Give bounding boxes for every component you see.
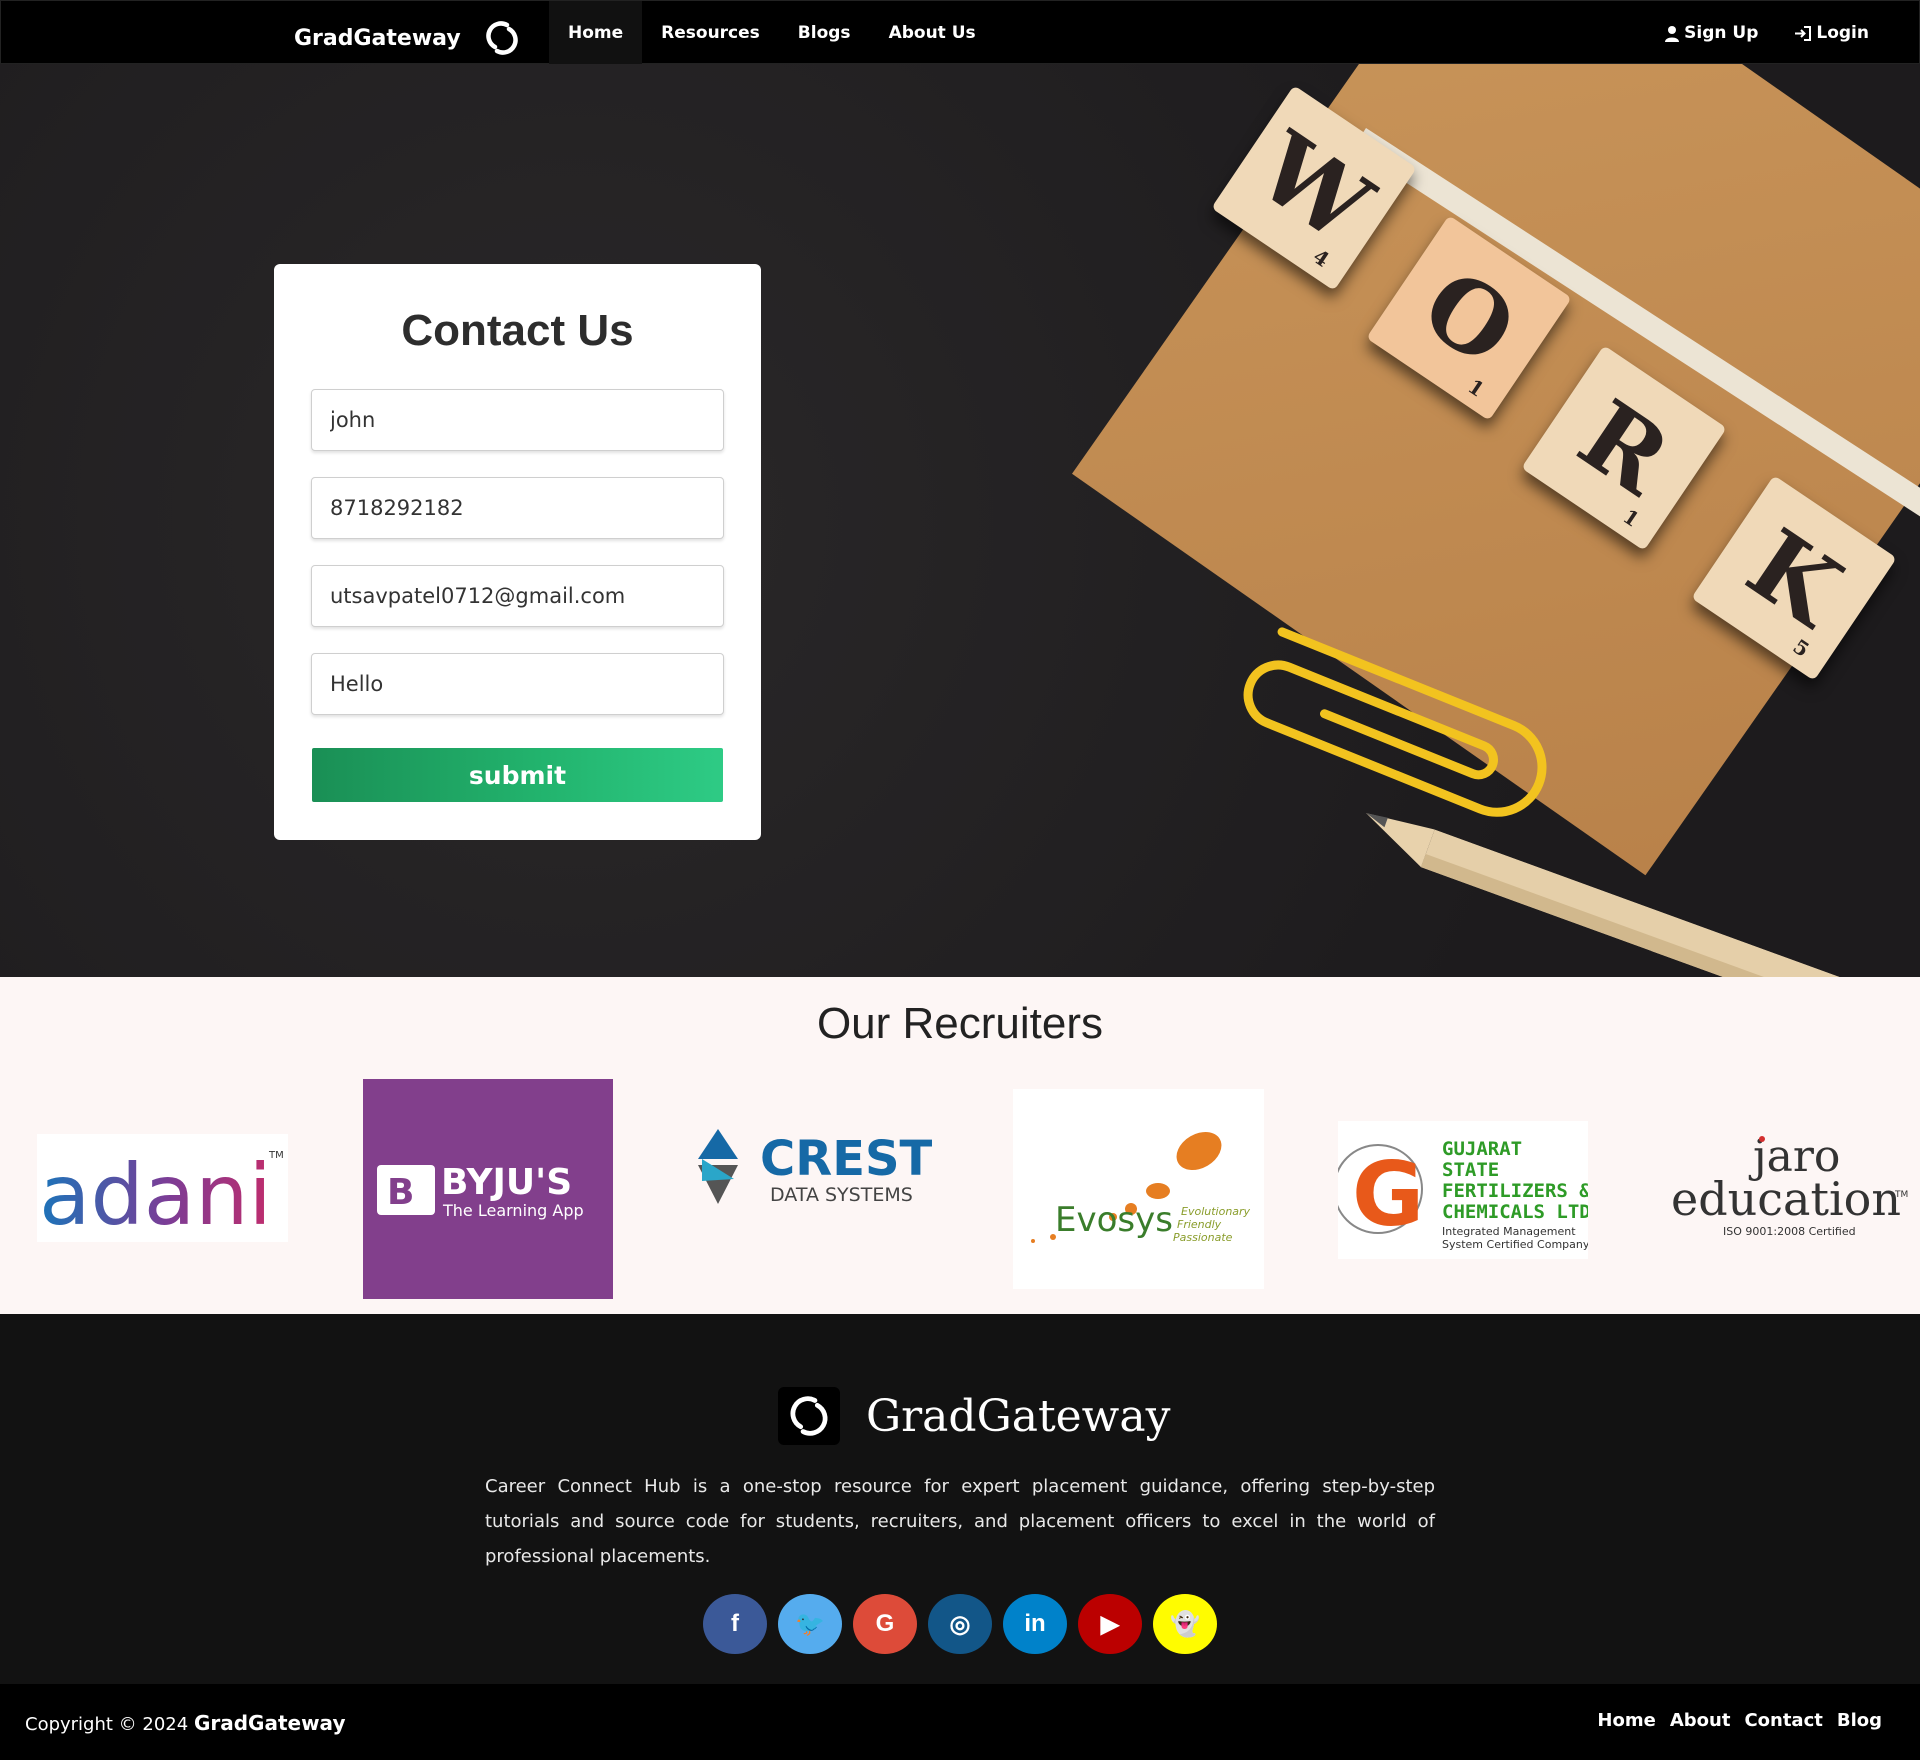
- footer-brand-name: GradGateway: [866, 1390, 1171, 1442]
- phone-field[interactable]: [311, 477, 724, 539]
- login-label: Login: [1816, 23, 1869, 43]
- login-link[interactable]: Login: [1794, 1, 1869, 65]
- evosys-logo-art: Evosys Evolutionary Friendly Passionate: [1031, 1132, 1251, 1244]
- name-field[interactable]: [311, 389, 724, 451]
- copyright-text: Copyright © 2024: [25, 1714, 189, 1735]
- gsfc-line-4: CHEMICALS LTD.: [1442, 1201, 1588, 1223]
- crest-text: CREST: [760, 1131, 933, 1187]
- google-icon[interactable]: G: [853, 1594, 917, 1654]
- twitter-icon[interactable]: 🐦: [778, 1594, 842, 1654]
- recruiters-title: Our Recruiters: [816, 999, 1104, 1048]
- evosys-text: Evosys: [1055, 1200, 1173, 1240]
- hero-section: W4 O1 R1 K5 Contact Us submit: [0, 64, 1920, 977]
- crest-sub: DATA SYSTEMS: [770, 1184, 913, 1206]
- google-glyph: G: [875, 1610, 895, 1637]
- jaro-education-logo: jaro education TM ISO 9001:2008 Certifie…: [1663, 1127, 1913, 1247]
- signup-link[interactable]: Sign Up: [1664, 1, 1758, 65]
- gsfc-line-2: STATE: [1442, 1159, 1499, 1181]
- gsfc-line-5: Integrated Management: [1442, 1225, 1576, 1238]
- gradgateway-logo-icon[interactable]: [481, 17, 523, 59]
- submit-button[interactable]: submit: [312, 748, 723, 802]
- linkedin-glyph: in: [1024, 1610, 1046, 1637]
- instagram-glyph: ◎: [949, 1610, 971, 1638]
- snapchat-icon[interactable]: 👻: [1153, 1594, 1217, 1654]
- footer-brand[interactable]: GradGateway: [778, 1387, 1170, 1445]
- crest-logo: CREST DATA SYSTEMS: [688, 1109, 938, 1249]
- byjus-logo: B BYJU'S The Learning App: [363, 1079, 613, 1299]
- message-field[interactable]: [311, 653, 724, 715]
- byjus-tagline: The Learning App: [442, 1201, 584, 1220]
- contact-title: Contact Us: [401, 306, 634, 355]
- contact-form-card: Contact Us submit: [274, 264, 761, 840]
- gsfc-logo-art: G GUJARAT STATE FERTILIZERS & CHEMICALS …: [1338, 1138, 1588, 1251]
- footer-link-blog[interactable]: Blog: [1837, 1710, 1882, 1731]
- top-navbar: GradGateway Home Resources Blogs About U…: [0, 0, 1920, 65]
- evosys-tagline-3: Passionate: [1173, 1231, 1233, 1244]
- nav-links: Home Resources Blogs About Us: [549, 1, 995, 65]
- brand-name[interactable]: GradGateway: [294, 26, 461, 51]
- jaro-line-2: education: [1671, 1172, 1901, 1226]
- evosys-tagline-1: Evolutionary: [1181, 1205, 1251, 1218]
- youtube-icon[interactable]: ▶: [1078, 1594, 1142, 1654]
- adani-text: adani: [39, 1146, 272, 1242]
- auth-links: Sign Up Login: [1664, 1, 1869, 65]
- footer: GradGateway Career Connect Hub is a one-…: [0, 1314, 1920, 1684]
- adani-logo-art: adani TM: [39, 1146, 284, 1242]
- footer-link-home[interactable]: Home: [1597, 1710, 1655, 1731]
- byjus-text: BYJU'S: [441, 1162, 572, 1203]
- nav-resources[interactable]: Resources: [642, 1, 779, 65]
- bottom-bar: Copyright © 2024 GradGateway Home About …: [0, 1684, 1920, 1760]
- svg-text:B: B: [387, 1172, 414, 1213]
- twitter-glyph: 🐦: [795, 1610, 825, 1638]
- snapchat-glyph: 👻: [1170, 1610, 1200, 1638]
- jaro-cert: ISO 9001:2008 Certified: [1723, 1225, 1856, 1238]
- footer-link-about[interactable]: About: [1670, 1710, 1731, 1731]
- user-icon: [1665, 25, 1680, 42]
- signup-label: Sign Up: [1684, 23, 1759, 43]
- email-field[interactable]: [311, 565, 724, 627]
- svg-text:G: G: [1352, 1143, 1424, 1246]
- tile-letter: O: [1403, 247, 1536, 388]
- bottom-links: Home About Contact Blog: [1597, 1710, 1882, 1731]
- gsfc-line-3: FERTILIZERS &: [1442, 1180, 1588, 1202]
- crest-logo-art: CREST DATA SYSTEMS: [698, 1129, 933, 1206]
- byjus-logo-art: B BYJU'S The Learning App: [377, 1162, 584, 1220]
- footer-logo: [778, 1387, 840, 1445]
- facebook-glyph: f: [731, 1610, 739, 1637]
- evosys-tagline-2: Friendly: [1177, 1218, 1222, 1231]
- tile-letter: R: [1559, 378, 1689, 517]
- footer-description: Career Connect Hub is a one-stop resourc…: [485, 1476, 1435, 1567]
- recruiters-section: Our Recruiters adani TM B BYJU'S The Lea…: [0, 977, 1920, 1314]
- social-links: f 🐦 G ◎ in ▶ 👻: [703, 1594, 1217, 1654]
- instagram-icon[interactable]: ◎: [928, 1594, 992, 1654]
- linkedin-icon[interactable]: in: [1003, 1594, 1067, 1654]
- tile-letter: K: [1728, 507, 1861, 648]
- gradgateway-logo-icon: [790, 1396, 828, 1436]
- facebook-icon[interactable]: f: [703, 1594, 767, 1654]
- footer-link-contact[interactable]: Contact: [1744, 1710, 1822, 1731]
- nav-home[interactable]: Home: [549, 1, 643, 65]
- brand[interactable]: GradGateway: [294, 17, 523, 59]
- youtube-glyph: ▶: [1100, 1610, 1120, 1638]
- nav-blogs[interactable]: Blogs: [779, 1, 870, 65]
- gsfc-logo: G GUJARAT STATE FERTILIZERS & CHEMICALS …: [1338, 1121, 1588, 1259]
- copyright-brand[interactable]: GradGateway: [194, 1711, 346, 1735]
- jaro-logo-art: jaro education TM ISO 9001:2008 Certifie…: [1671, 1131, 1908, 1238]
- login-icon: [1795, 25, 1812, 41]
- gsfc-line-6: System Certified Company: [1442, 1238, 1588, 1251]
- adani-logo: adani TM: [37, 1134, 288, 1242]
- adani-tm: TM: [268, 1150, 284, 1161]
- evosys-logo: Evosys Evolutionary Friendly Passionate: [1013, 1089, 1264, 1289]
- gsfc-line-1: GUJARAT: [1442, 1138, 1522, 1160]
- copyright: Copyright © 2024 GradGateway: [25, 1711, 345, 1735]
- nav-about-us[interactable]: About Us: [870, 1, 995, 65]
- jaro-tm: TM: [1894, 1190, 1908, 1200]
